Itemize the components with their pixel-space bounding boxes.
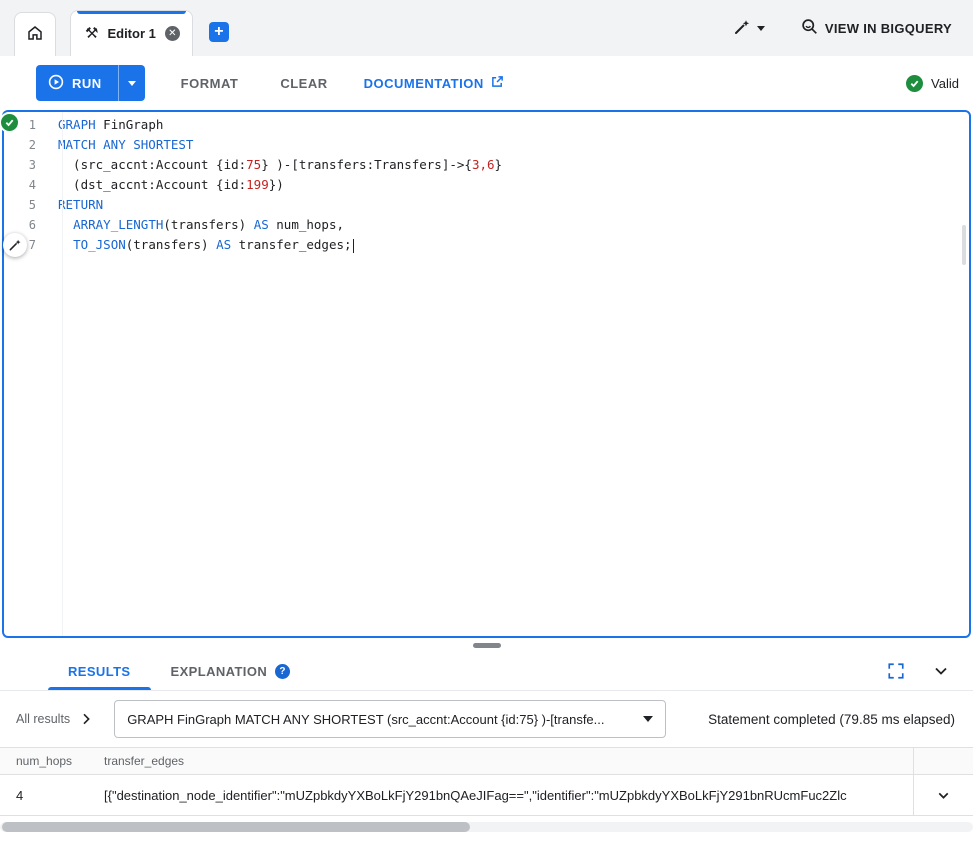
view-in-bigquery-label: VIEW IN BIGQUERY (825, 21, 952, 36)
line-number: 6 (4, 215, 50, 235)
all-results-label: All results (16, 712, 70, 726)
run-options-dropdown[interactable] (118, 65, 145, 101)
documentation-label: DOCUMENTATION (364, 76, 484, 91)
external-link-icon (491, 75, 504, 91)
results-tabs-actions (887, 652, 973, 690)
horizontal-scrollbar-thumb[interactable] (2, 822, 470, 832)
topbar-right: VIEW IN BIGQUERY (733, 0, 952, 56)
line-number: 2 (4, 135, 50, 155)
code-line[interactable]: 5RETURN (4, 195, 969, 215)
documentation-link[interactable]: DOCUMENTATION (364, 75, 504, 91)
line-number: 3 (4, 155, 50, 175)
collapse-panel-button[interactable] (931, 661, 951, 681)
query-toolbar: RUN FORMAT CLEAR DOCUMENTATION Valid (0, 56, 973, 110)
query-valid-gutter-icon (1, 114, 18, 131)
play-icon (48, 74, 64, 93)
results-tab-bar: RESULTS EXPLANATION ? (0, 652, 973, 691)
code-text: RETURN (50, 195, 103, 215)
column-header-transfer-edges: transfer_edges (104, 754, 913, 768)
tools-icon: ⚒ (85, 26, 98, 41)
validation-status: Valid (906, 75, 959, 92)
tab-explanation[interactable]: EXPLANATION ? (151, 652, 311, 690)
text-cursor (353, 239, 355, 253)
tab-strip: ⚒ Editor 1 ✕ + VIEW IN BIGQUERY (0, 0, 973, 56)
code-line[interactable]: 6 ARRAY_LENGTH(transfers) AS num_hops, (4, 215, 969, 235)
bigquery-magnifier-icon (801, 18, 818, 38)
run-button[interactable]: RUN (36, 65, 145, 101)
close-tab-icon[interactable]: ✕ (165, 26, 180, 41)
statement-status: Statement completed (79.85 ms elapsed) (708, 712, 957, 727)
gutter-divider (62, 112, 63, 636)
code-line[interactable]: 4 (dst_accnt:Account {id:199}) (4, 175, 969, 195)
code-line[interactable]: 3 (src_accnt:Account {id:75} )-[transfer… (4, 155, 969, 175)
code-lines: 1GRAPH FinGraph2MATCH ANY SHORTEST3 (src… (4, 115, 969, 255)
dropdown-caret-icon (643, 716, 653, 722)
chevron-right-icon[interactable] (78, 711, 94, 727)
home-tab[interactable] (14, 12, 56, 56)
tab-results[interactable]: RESULTS (48, 652, 151, 690)
add-tab-button[interactable]: + (209, 22, 229, 42)
expand-row-button[interactable] (935, 787, 952, 804)
line-number: 5 (4, 195, 50, 215)
code-line[interactable]: 7 TO_JSON(transfers) AS transfer_edges; (4, 235, 969, 255)
code-line[interactable]: 1GRAPH FinGraph (4, 115, 969, 135)
code-text: ARRAY_LENGTH(transfers) AS num_hops, (50, 215, 344, 235)
results-tab-label: RESULTS (68, 664, 131, 679)
editor-wrap: 1GRAPH FinGraph2MATCH ANY SHORTEST3 (src… (2, 110, 971, 638)
table-row: 4 [{"destination_node_identifier":"mUZpb… (0, 775, 973, 816)
query-selector-dropdown[interactable]: GRAPH FinGraph MATCH ANY SHORTEST (src_a… (114, 700, 666, 738)
cell-transfer-edges: [{"destination_node_identifier":"mUZpbkd… (104, 788, 913, 803)
code-text: GRAPH FinGraph (50, 115, 163, 135)
results-toolbar: All results GRAPH FinGraph MATCH ANY SHO… (0, 691, 973, 747)
table-header-row: num_hops transfer_edges (0, 747, 973, 775)
view-in-bigquery-button[interactable]: VIEW IN BIGQUERY (801, 18, 952, 38)
editor-scrollbar[interactable] (962, 225, 966, 265)
fullscreen-button[interactable] (887, 662, 905, 680)
column-header-num-hops: num_hops (0, 754, 104, 768)
tab-label: Editor 1 (107, 26, 155, 41)
code-text: MATCH ANY SHORTEST (50, 135, 193, 155)
magic-wand-icon (733, 18, 751, 39)
expand-row-cell (913, 775, 973, 815)
horizontal-scrollbar[interactable] (0, 822, 973, 832)
valid-label: Valid (931, 76, 959, 91)
help-icon[interactable]: ? (275, 664, 290, 679)
resize-handle[interactable] (473, 643, 501, 648)
tab-editor-1[interactable]: ⚒ Editor 1 ✕ (70, 10, 193, 56)
code-editor[interactable]: 1GRAPH FinGraph2MATCH ANY SHORTEST3 (src… (2, 110, 971, 638)
code-text: (dst_accnt:Account {id:199}) (50, 175, 284, 195)
cell-num-hops: 4 (0, 788, 104, 803)
clear-button[interactable]: CLEAR (274, 75, 333, 92)
run-label: RUN (72, 76, 102, 91)
code-text: (src_accnt:Account {id:75} )-[transfers:… (50, 155, 502, 175)
splitter (0, 638, 973, 652)
ai-edit-gutter-button[interactable] (3, 233, 27, 257)
column-header-actions (913, 748, 973, 774)
chevron-down-icon (128, 81, 136, 86)
home-icon (26, 24, 44, 45)
code-text: TO_JSON(transfers) AS transfer_edges; (50, 235, 354, 255)
chevron-down-icon (757, 26, 765, 31)
explanation-tab-label: EXPLANATION (171, 664, 268, 679)
line-number: 4 (4, 175, 50, 195)
format-button[interactable]: FORMAT (175, 75, 245, 92)
valid-check-icon (906, 75, 923, 92)
code-line[interactable]: 2MATCH ANY SHORTEST (4, 135, 969, 155)
query-summary-text: GRAPH FinGraph MATCH ANY SHORTEST (src_a… (127, 712, 633, 727)
gemini-assist-button[interactable] (733, 18, 765, 39)
